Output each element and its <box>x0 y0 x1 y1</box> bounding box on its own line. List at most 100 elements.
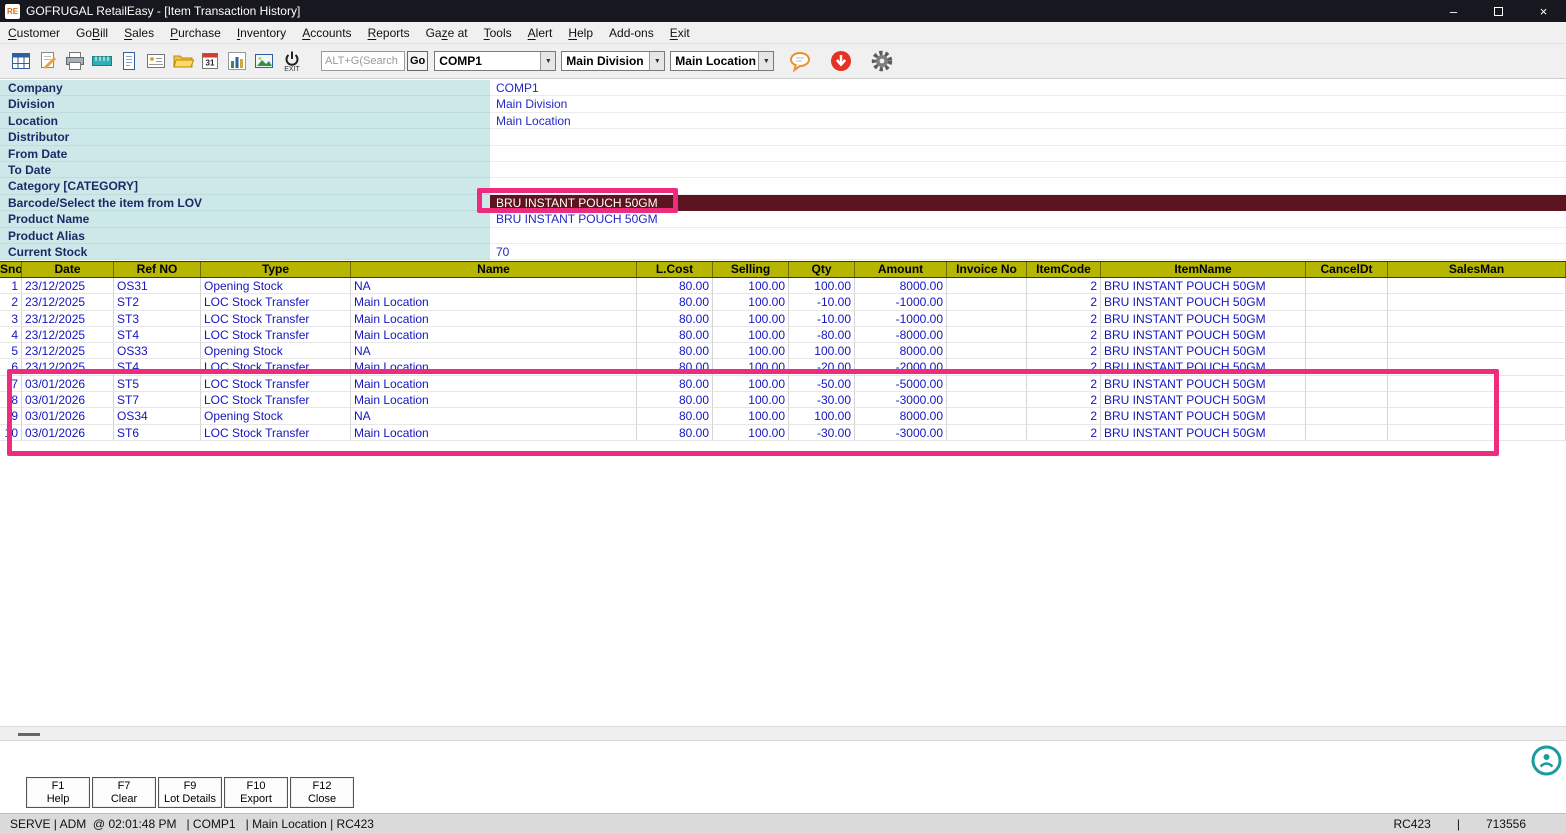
column-header-selling[interactable]: Selling <box>713 262 789 277</box>
menu-item-help[interactable]: Help <box>560 26 601 40</box>
form-value-location[interactable]: Main Location <box>490 113 1566 129</box>
form-value-category-category[interactable] <box>490 178 1566 194</box>
f10-export-button[interactable]: F10Export <box>224 777 288 808</box>
cell-name: Main Location <box>351 327 637 343</box>
table-row[interactable]: 223/12/2025ST2LOC Stock TransferMain Loc… <box>0 294 1566 310</box>
scrollbar-thumb[interactable] <box>18 733 40 736</box>
form-value-distributor[interactable] <box>490 129 1566 145</box>
cell-type: LOC Stock Transfer <box>201 327 351 343</box>
cell-canceldt <box>1306 311 1388 327</box>
assistant-icon[interactable] <box>1530 744 1563 777</box>
form-value-barcode-select-the-item-from-lov[interactable]: BRU INSTANT POUCH 50GM <box>490 195 1566 211</box>
form-value-product-alias[interactable] <box>490 228 1566 244</box>
table-row[interactable]: 323/12/2025ST3LOC Stock TransferMain Loc… <box>0 311 1566 327</box>
combo-main-location[interactable]: Main Location▼ <box>670 51 774 71</box>
edit-document-icon[interactable] <box>34 46 61 76</box>
menu-item-customer[interactable]: Customer <box>0 26 68 40</box>
cell-l-cost: 80.00 <box>637 359 713 375</box>
download-icon[interactable] <box>827 46 854 76</box>
close-button[interactable]: × <box>1521 0 1566 22</box>
combo-comp1[interactable]: COMP1▼ <box>434 51 556 71</box>
cell-sno: 2 <box>0 294 22 310</box>
table-row[interactable]: 703/01/2026ST5LOC Stock TransferMain Loc… <box>0 376 1566 392</box>
menu-item-inventory[interactable]: Inventory <box>229 26 294 40</box>
form-value-from-date[interactable] <box>490 146 1566 162</box>
menu-item-gaze-at[interactable]: Gaze at <box>418 26 476 40</box>
image-icon[interactable] <box>250 46 277 76</box>
table-row[interactable]: 1003/01/2026ST6LOC Stock TransferMain Lo… <box>0 425 1566 441</box>
column-header-date[interactable]: Date <box>22 262 114 277</box>
menu-item-exit[interactable]: Exit <box>662 26 698 40</box>
f7-clear-button[interactable]: F7Clear <box>92 777 156 808</box>
settings-gear-icon[interactable] <box>868 46 895 76</box>
column-header-invoice-no[interactable]: Invoice No <box>947 262 1027 277</box>
column-header-ref-no[interactable]: Ref NO <box>114 262 201 277</box>
cell-salesman <box>1388 343 1566 359</box>
menu-item-purchase[interactable]: Purchase <box>162 26 229 40</box>
calendar-icon[interactable]: 31 <box>196 46 223 76</box>
chart-icon[interactable] <box>223 46 250 76</box>
menu-item-tools[interactable]: Tools <box>476 26 520 40</box>
document-icon[interactable] <box>115 46 142 76</box>
chat-icon[interactable] <box>786 46 813 76</box>
column-header-sno[interactable]: Sno <box>0 262 22 277</box>
column-header-l-cost[interactable]: L.Cost <box>637 262 713 277</box>
table-row[interactable]: 123/12/2025OS31Opening StockNA80.00100.0… <box>0 278 1566 294</box>
menu-item-alert[interactable]: Alert <box>520 26 561 40</box>
print-icon[interactable] <box>61 46 88 76</box>
cell-qty: -20.00 <box>789 359 855 375</box>
folder-icon[interactable] <box>169 46 196 76</box>
table-row[interactable]: 423/12/2025ST4LOC Stock TransferMain Loc… <box>0 327 1566 343</box>
form-value-current-stock[interactable]: 70 <box>490 244 1566 260</box>
form-value-product-name[interactable]: BRU INSTANT POUCH 50GM <box>490 211 1566 227</box>
horizontal-scrollbar[interactable] <box>0 726 1566 741</box>
column-header-canceldt[interactable]: CancelDt <box>1306 262 1388 277</box>
cell-type: Opening Stock <box>201 343 351 359</box>
ruler-icon[interactable] <box>88 46 115 76</box>
menu-item-sales[interactable]: Sales <box>116 26 162 40</box>
menu-item-reports[interactable]: Reports <box>360 26 418 40</box>
column-header-name[interactable]: Name <box>351 262 637 277</box>
f9-lot-details-button[interactable]: F9Lot Details <box>158 777 222 808</box>
cell-itemcode: 2 <box>1027 343 1101 359</box>
cell-canceldt <box>1306 343 1388 359</box>
table-row[interactable]: 903/01/2026OS34Opening StockNA80.00100.0… <box>0 408 1566 424</box>
minimize-button[interactable]: – <box>1431 0 1476 22</box>
cell-ref-no: OS31 <box>114 278 201 294</box>
column-header-qty[interactable]: Qty <box>789 262 855 277</box>
form-value-division[interactable]: Main Division <box>490 96 1566 112</box>
combo-main-division[interactable]: Main Division▼ <box>561 51 665 71</box>
cell-invoice-no <box>947 294 1027 310</box>
search-input[interactable] <box>321 51 405 71</box>
cell-itemname: BRU INSTANT POUCH 50GM <box>1101 294 1306 310</box>
column-header-type[interactable]: Type <box>201 262 351 277</box>
column-header-salesman[interactable]: SalesMan <box>1388 262 1566 277</box>
cell-date: 23/12/2025 <box>22 294 114 310</box>
column-header-itemcode[interactable]: ItemCode <box>1027 262 1101 277</box>
cell-name: Main Location <box>351 392 637 408</box>
table-row[interactable]: 523/12/2025OS33Opening StockNA80.00100.0… <box>0 343 1566 359</box>
cell-amount: -3000.00 <box>855 392 947 408</box>
table-row[interactable]: 803/01/2026ST7LOC Stock TransferMain Loc… <box>0 392 1566 408</box>
table-icon[interactable] <box>7 46 34 76</box>
contact-card-icon[interactable] <box>142 46 169 76</box>
cell-type: Opening Stock <box>201 408 351 424</box>
toolbar: 31 EXIT Go COMP1▼Main Division▼Main Loca… <box>0 44 1566 79</box>
maximize-button[interactable] <box>1476 0 1521 22</box>
f12-close-button[interactable]: F12Close <box>290 777 354 808</box>
menu-item-gobill[interactable]: GoBill <box>68 26 116 40</box>
exit-power-icon[interactable]: EXIT <box>277 46 307 76</box>
f1-help-button[interactable]: F1Help <box>26 777 90 808</box>
column-header-itemname[interactable]: ItemName <box>1101 262 1306 277</box>
column-header-amount[interactable]: Amount <box>855 262 947 277</box>
cell-salesman <box>1388 294 1566 310</box>
form-value-to-date[interactable] <box>490 162 1566 178</box>
cell-name: NA <box>351 343 637 359</box>
form-value-company[interactable]: COMP1 <box>490 80 1566 96</box>
form-label: Category [CATEGORY] <box>0 178 490 194</box>
table-row[interactable]: 623/12/2025ST4LOC Stock TransferMain Loc… <box>0 359 1566 375</box>
menu-item-accounts[interactable]: Accounts <box>294 26 359 40</box>
menu-item-add-ons[interactable]: Add-ons <box>601 26 662 40</box>
go-button[interactable]: Go <box>407 51 428 71</box>
app-icon: RE <box>5 4 20 19</box>
